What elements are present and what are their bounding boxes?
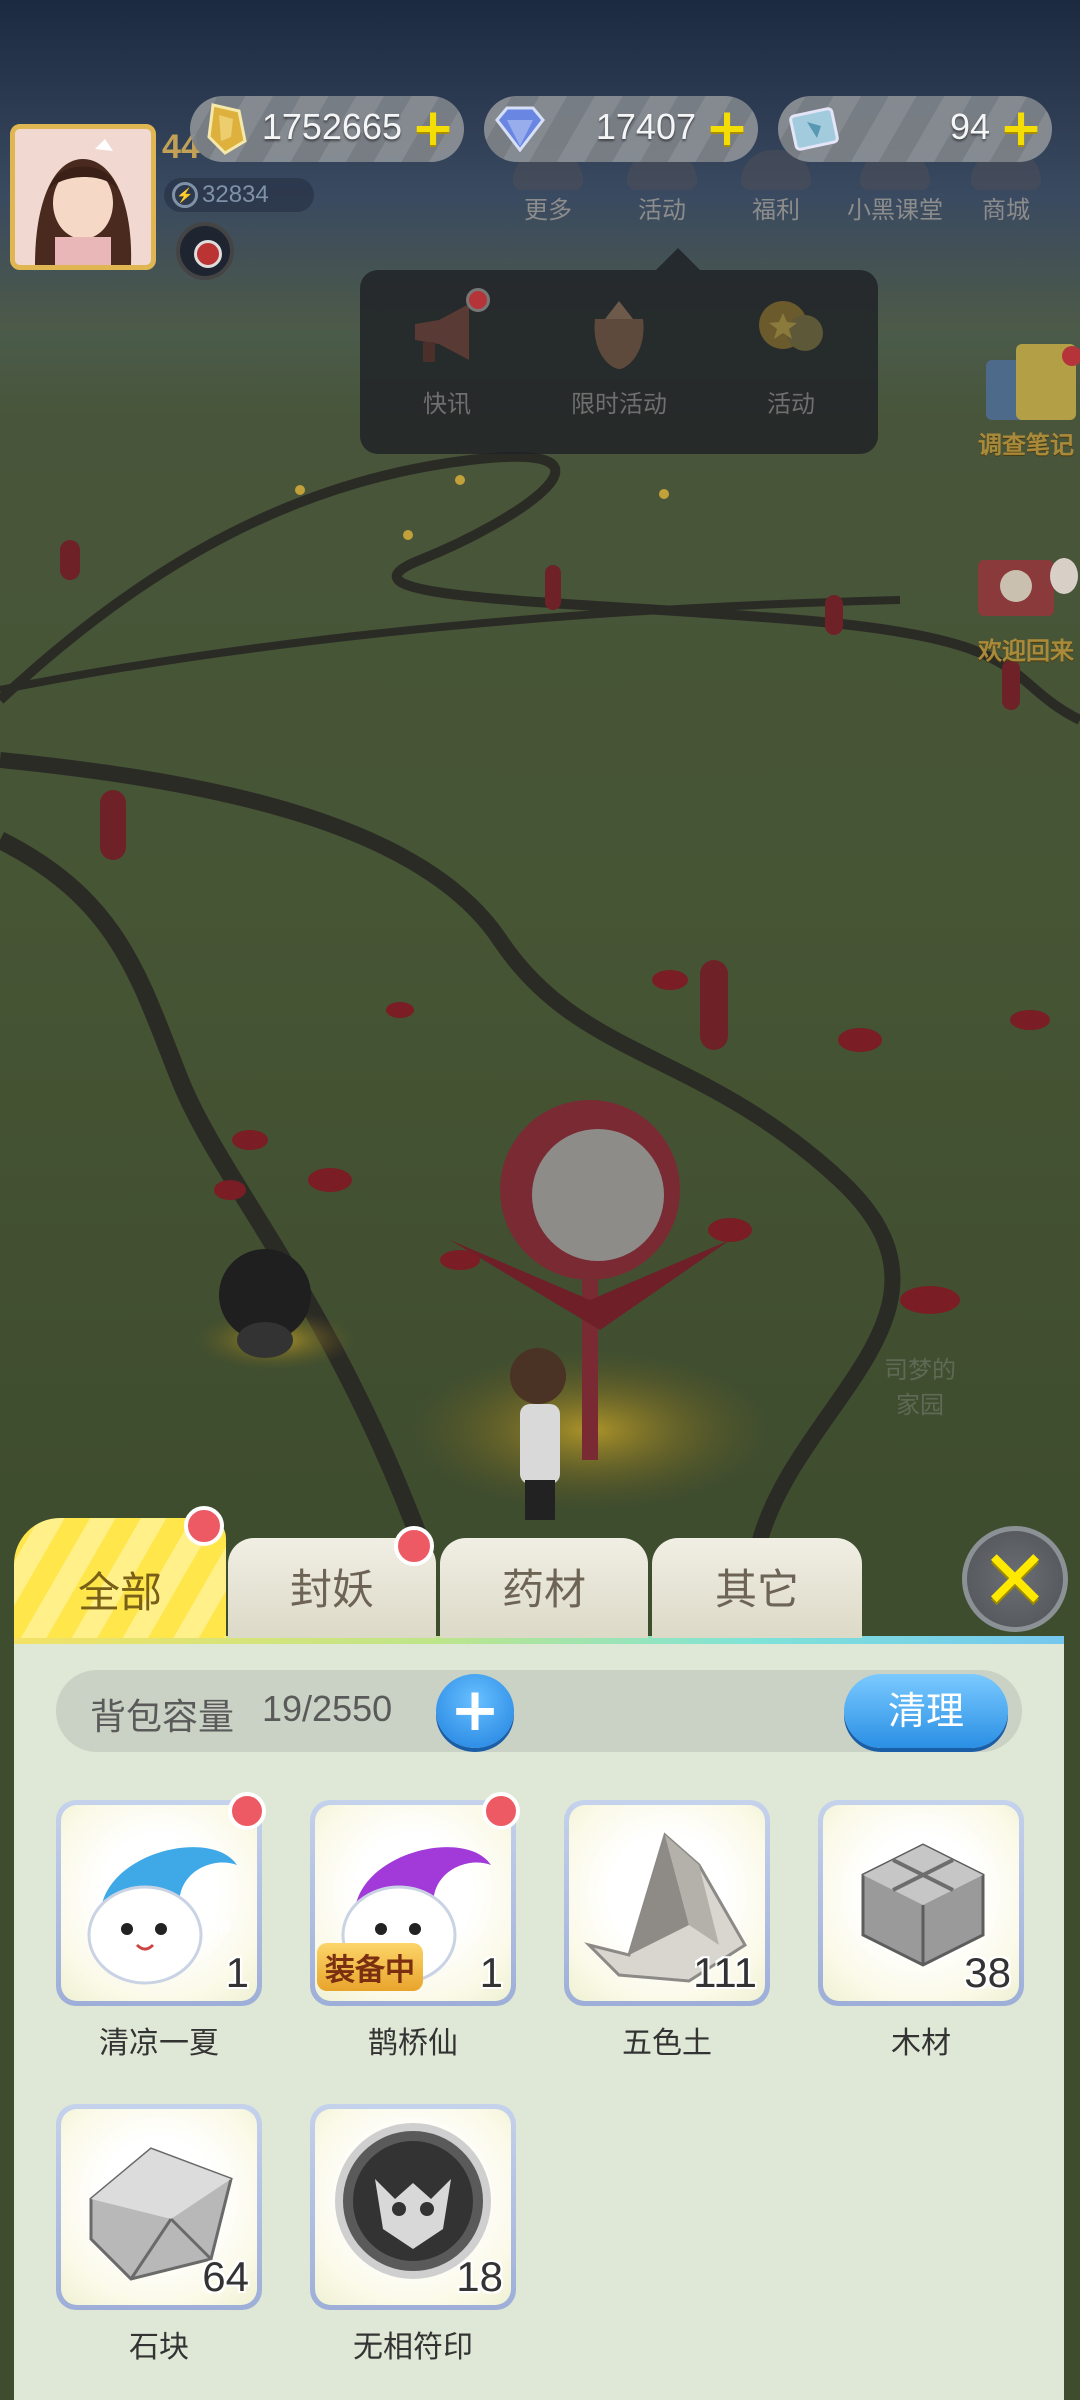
- menu-class[interactable]: 小黑课堂: [840, 150, 950, 230]
- tab-herb-label: 药材: [501, 1565, 586, 1614]
- menu-more[interactable]: 更多: [498, 150, 598, 230]
- capacity-value: 19/2550: [262, 1688, 393, 1729]
- expand-capacity-button[interactable]: +: [436, 1674, 514, 1748]
- item-slot[interactable]: ❄ ❄ 1 清凉一夏: [56, 1792, 266, 2062]
- item-slot[interactable]: 装备中 1 鹊桥仙: [310, 1792, 520, 2062]
- menu-shop[interactable]: 商城: [956, 150, 1056, 230]
- menu-class-label: 小黑课堂: [847, 196, 943, 224]
- close-button[interactable]: ✕: [962, 1526, 1068, 1632]
- gold-icon: [196, 99, 256, 159]
- item-count: 111: [693, 1949, 757, 1996]
- banner-welcome[interactable]: 欢迎回来: [972, 546, 1080, 666]
- menu-welfare-label: 福利: [752, 196, 800, 224]
- ticket-value: 94: [949, 106, 990, 147]
- player-power-value: 32834: [202, 181, 269, 208]
- ticket-icon: [784, 99, 844, 159]
- item-new-badge: [482, 1792, 520, 1830]
- banner-investigation-label: 调查笔记: [978, 431, 1074, 459]
- equipped-tag: 装备中: [317, 1943, 423, 1991]
- item-count: 64: [202, 2253, 249, 2300]
- popup-limited[interactable]: 限时活动: [554, 288, 684, 419]
- gold-add-button[interactable]: +: [410, 102, 456, 154]
- capacity-label: 背包容量: [90, 1697, 235, 1738]
- ticket-add-button[interactable]: +: [998, 102, 1044, 154]
- item-name: 清凉一夏: [99, 2026, 219, 2061]
- tab-seal-badge: [394, 1526, 434, 1566]
- item-name: 鹊桥仙: [368, 2026, 458, 2061]
- scene-label: 司梦的 家园: [884, 1356, 956, 1419]
- item-name: 五色土: [622, 2026, 712, 2061]
- clean-button[interactable]: 清理: [844, 1674, 1008, 1748]
- diamond-icon: [490, 99, 550, 159]
- diamond-value: 17407: [595, 106, 696, 147]
- popup-limited-label: 限时活动: [571, 390, 667, 418]
- item-name: 石块: [129, 2330, 189, 2365]
- item-slot[interactable]: 18 无相符印: [310, 2104, 516, 2366]
- popup-news[interactable]: 快讯: [382, 288, 512, 419]
- item-slot[interactable]: 38 木材: [818, 1800, 1024, 2062]
- banner-welcome-label: 欢迎回来: [978, 637, 1074, 665]
- menu-welfare[interactable]: 福利: [726, 150, 826, 230]
- gold-value: 1752665: [261, 106, 402, 147]
- activity-popup: 快讯 限时活动 活动: [360, 248, 878, 454]
- envelope-icon: [978, 558, 1078, 616]
- item-count: 38: [964, 1949, 1011, 1996]
- menu-shop-label: 商城: [982, 196, 1030, 224]
- tab-all-badge: [184, 1506, 224, 1546]
- currency-ticket: 94 +: [778, 96, 1052, 162]
- gift-bag-icon: [579, 288, 659, 378]
- item-name: 木材: [891, 2026, 951, 2061]
- tab-seal-label: 封妖: [289, 1565, 374, 1614]
- tab-other-label: 其它: [714, 1565, 799, 1614]
- record-button[interactable]: [176, 222, 234, 280]
- tab-all[interactable]: 全部: [14, 1506, 226, 1638]
- currency-diamond: 17407 +: [484, 96, 758, 162]
- balloon-star-icon: [751, 288, 831, 378]
- svg-text:❄: ❄: [211, 1912, 233, 1942]
- player-avatar[interactable]: [10, 124, 156, 270]
- popup-news-label: 快讯: [423, 390, 471, 418]
- popup-activity-label: 活动: [767, 390, 815, 418]
- item-count: 1: [479, 1949, 503, 1996]
- capacity-bar: 背包容量 19/2550 + 清理: [56, 1670, 1022, 1752]
- power-icon: ⚡: [172, 182, 198, 208]
- menu-activity-label: 活动: [638, 196, 686, 224]
- tab-seal[interactable]: 封妖: [228, 1526, 436, 1638]
- tab-other[interactable]: 其它: [652, 1538, 862, 1638]
- popup-activity[interactable]: 活动: [726, 288, 856, 419]
- item-new-badge: [228, 1792, 266, 1830]
- item-name: 无相符印: [353, 2330, 473, 2365]
- menu-activity[interactable]: 活动: [612, 150, 712, 230]
- tab-herb[interactable]: 药材: [440, 1538, 648, 1638]
- news-badge: [466, 288, 490, 312]
- item-slot[interactable]: 111 五色土: [564, 1800, 770, 2062]
- diamond-add-button[interactable]: +: [704, 102, 750, 154]
- item-slot[interactable]: 64 石块: [56, 2104, 262, 2366]
- banner-investigation[interactable]: 调查笔记: [972, 340, 1080, 460]
- currency-gold: 1752665 +: [190, 96, 464, 162]
- item-count: 1: [225, 1949, 249, 1996]
- menu-more-label: 更多: [524, 196, 572, 224]
- item-count: 18: [456, 2253, 503, 2300]
- tab-all-label: 全部: [77, 1568, 162, 1617]
- avatar-portrait: [15, 129, 151, 265]
- svg-text:❄: ❄: [201, 1866, 219, 1891]
- player-power: ⚡ 32834: [164, 178, 314, 212]
- notebook-icon: [986, 344, 1080, 420]
